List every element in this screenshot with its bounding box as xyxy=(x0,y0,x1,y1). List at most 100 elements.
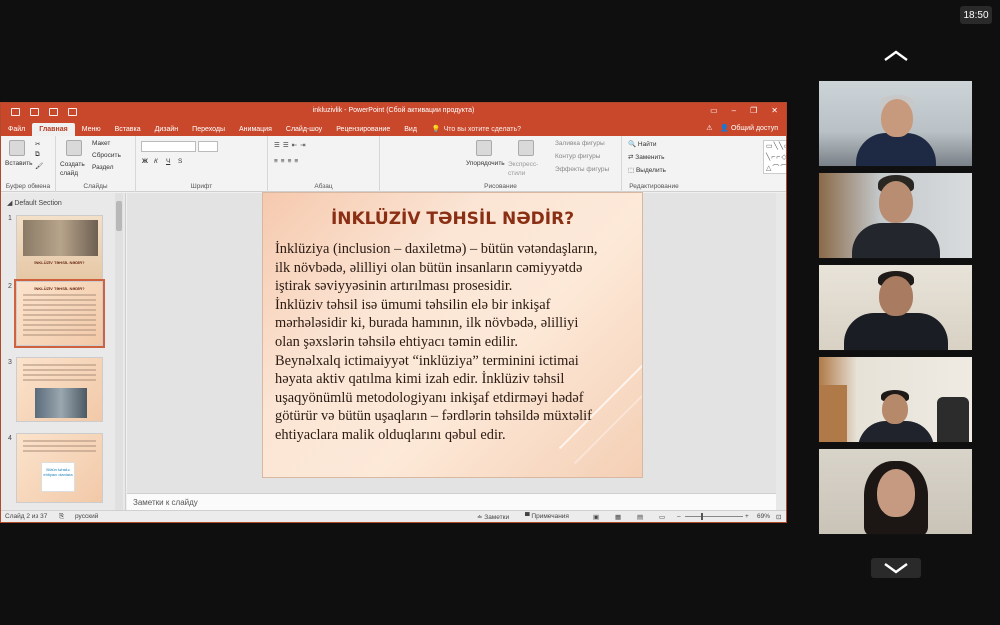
comments-toggle[interactable]: ▀ Примечания xyxy=(525,513,569,520)
thumbnail-text-line xyxy=(23,334,96,336)
thumbnail-scrollbar[interactable] xyxy=(115,193,123,512)
align-icons[interactable]: ≡≡≡≡ xyxy=(274,158,301,165)
comments-toggle-label: Примечания xyxy=(531,513,569,520)
participant-head xyxy=(881,394,908,424)
participant-video-5[interactable] xyxy=(818,448,973,535)
thumbnail-scroll-thumb[interactable] xyxy=(116,201,122,231)
spellcheck-icon[interactable]: ⎘ xyxy=(59,513,64,521)
underline-button[interactable]: Ч xyxy=(166,158,170,165)
participant-video-3[interactable] xyxy=(818,264,973,351)
slide-thumbnail-2[interactable]: İNKLÜZİV TƏHSİL NƏDİR? xyxy=(14,279,105,348)
copy-icon[interactable]: ⧉ xyxy=(35,151,40,159)
notes-toggle[interactable]: ≐ Заметки xyxy=(477,513,509,521)
font-name-input[interactable] xyxy=(141,141,196,152)
ribbon-display-icon[interactable]: ▭ xyxy=(710,106,718,115)
reading-view-icon[interactable]: ▤ xyxy=(637,513,643,521)
tab-transitions[interactable]: Переходы xyxy=(185,123,232,136)
slide-thumbnail-4[interactable]: Bütün təhsilə ehtiyacı olanlara xyxy=(16,433,103,503)
new-slide-icon[interactable] xyxy=(66,140,82,156)
scroll-down-button[interactable] xyxy=(871,558,921,578)
tab-animations[interactable]: Анимация xyxy=(232,123,279,136)
participant-video-1[interactable] xyxy=(818,80,973,167)
thumbnail-photo xyxy=(23,220,98,256)
quick-styles-button[interactable]: Экспресс-стили xyxy=(508,160,542,178)
section-button[interactable]: Раздел xyxy=(92,164,113,171)
participant-suit xyxy=(851,223,940,258)
bold-button[interactable]: Ж xyxy=(142,158,148,165)
paste-button[interactable]: Вставить xyxy=(5,160,33,167)
zoom-slider-handle[interactable] xyxy=(701,513,703,520)
shapes-gallery[interactable]: ▭╲╲▭○▭▭╲⌐⌐◇⇨⇩⇧△⌒⌒{}☆▾ xyxy=(763,140,786,174)
scroll-up-button[interactable] xyxy=(871,46,921,66)
paragraph-label: Абзац xyxy=(314,183,333,190)
shadow-button[interactable]: S xyxy=(178,158,182,165)
tab-slideshow[interactable]: Слайд-шоу xyxy=(279,123,329,136)
fit-to-window-icon[interactable]: ⊡ xyxy=(776,513,781,521)
thumbnail-text-line xyxy=(23,319,96,321)
zoom-level[interactable]: 69% xyxy=(757,513,770,520)
cut-icon[interactable]: ✂ xyxy=(35,140,40,148)
replace-button[interactable]: ⇄ Заменить xyxy=(628,153,664,161)
close-icon[interactable]: ✕ xyxy=(771,106,778,115)
zoom-out-icon[interactable]: – xyxy=(677,513,681,520)
slide-thumbnail-1[interactable]: İNKLÜZİV TƏHSİL NƏDİR? xyxy=(16,215,103,280)
format-painter-icon[interactable]: 🖌 xyxy=(35,162,43,170)
tab-file[interactable]: Файл xyxy=(1,123,32,136)
slide-title[interactable]: İNKLÜZİV TƏHSİL NƏDİR? xyxy=(263,209,642,229)
tab-home[interactable]: Главная xyxy=(32,123,75,136)
meeting-screen: 18:50 inkluzivlik - PowerPoint (Сбой акт… xyxy=(0,0,1000,625)
select-button[interactable]: ⬚ Выделить xyxy=(628,166,666,174)
language-indicator[interactable]: русский xyxy=(75,513,98,520)
thumbnail-text-line xyxy=(23,364,96,366)
shape-outline-button[interactable]: Контур фигуры xyxy=(555,153,600,160)
tab-insert[interactable]: Вставка xyxy=(108,123,148,136)
list-icons[interactable]: ☰☰⇤⇥ xyxy=(274,141,309,149)
tab-design[interactable]: Дизайн xyxy=(148,123,186,136)
thumbnail-text-line xyxy=(23,374,96,376)
reset-button[interactable]: Сбросить xyxy=(92,152,121,159)
participant-figure xyxy=(836,265,956,350)
normal-view-icon[interactable]: ▣ xyxy=(593,513,599,521)
shape-fill-button[interactable]: Заливка фигуры xyxy=(555,140,605,147)
shape-effects-button[interactable]: Эффекты фигуры xyxy=(555,166,609,173)
tab-menu[interactable]: Меню xyxy=(75,123,108,136)
tell-me-search[interactable]: 💡 Что вы хотите сделать? xyxy=(424,122,529,136)
layout-button[interactable]: Макет xyxy=(92,140,110,147)
wooden-cabinet xyxy=(819,385,847,442)
italic-button[interactable]: К xyxy=(154,158,158,165)
current-slide[interactable]: İNKLÜZİV TƏHSİL NƏDİR? İnklüziya (inclus… xyxy=(262,192,643,478)
new-slide-button[interactable]: Создать слайд xyxy=(60,160,90,178)
quick-styles-icon[interactable] xyxy=(518,140,534,156)
tab-review[interactable]: Рецензирование xyxy=(329,123,397,136)
thumbnail-text-line xyxy=(23,369,96,371)
find-button[interactable]: 🔍 Найти xyxy=(628,140,656,148)
slides-group: Создать слайд Макет Сбросить Раздел Слай… xyxy=(56,136,136,192)
participant-suit xyxy=(857,421,934,442)
warning-icon: ⚠ xyxy=(706,125,713,132)
maximize-icon[interactable]: ❐ xyxy=(750,106,757,115)
zoom-in-icon[interactable]: + xyxy=(745,513,749,520)
participant-video-2[interactable] xyxy=(818,172,973,259)
arrange-button[interactable]: Упорядочить xyxy=(466,160,505,167)
slideshow-view-icon[interactable]: ▭ xyxy=(659,513,665,521)
font-size-input[interactable] xyxy=(198,141,218,152)
slide-thumbnail-pane: ◢ Default Section 1 İNKLÜZİV TƏHSİL NƏDİ… xyxy=(1,193,126,512)
arrange-icon[interactable] xyxy=(476,140,492,156)
thumbnail-photo xyxy=(35,388,87,418)
slide-thumbnail-3[interactable] xyxy=(16,357,103,422)
slide-body-text[interactable]: İnklüziya (inclusion – daxiletmə) – bütü… xyxy=(275,240,628,445)
participant-figure xyxy=(846,81,946,166)
thumb-number: 4 xyxy=(8,435,12,442)
zoom-slider[interactable] xyxy=(685,516,743,517)
participant-video-4[interactable] xyxy=(818,356,973,443)
minimize-icon[interactable]: – xyxy=(732,106,736,115)
paste-icon[interactable] xyxy=(9,140,25,156)
thumb-number: 2 xyxy=(8,283,12,290)
sorter-view-icon[interactable]: ▦ xyxy=(615,513,621,521)
tab-view[interactable]: Вид xyxy=(397,123,424,136)
share-button[interactable]: ⚠ 👤 Общий доступ xyxy=(706,124,778,132)
editor-scrollbar[interactable] xyxy=(776,193,786,512)
thumbnail-text-line xyxy=(23,450,96,452)
participant-suit xyxy=(843,313,948,350)
section-header[interactable]: ◢ Default Section xyxy=(7,199,62,207)
